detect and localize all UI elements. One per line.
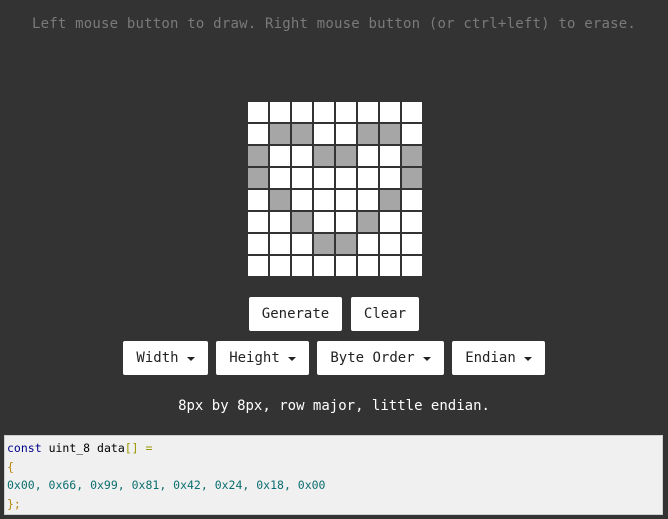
pixel-cell[interactable] (314, 190, 334, 210)
pixel-cell[interactable] (270, 256, 290, 276)
pixel-cell[interactable] (336, 190, 356, 210)
code-close: }; (7, 496, 21, 511)
pixel-cell[interactable] (248, 168, 268, 188)
width-dropdown-label: Width (136, 350, 179, 366)
pixel-cell[interactable] (270, 234, 290, 254)
caret-down-icon (523, 357, 532, 361)
pixel-cell[interactable] (336, 102, 356, 122)
pixel-cell[interactable] (292, 102, 312, 122)
pixel-cell[interactable] (270, 146, 290, 166)
pixel-cell[interactable] (380, 124, 400, 144)
output-summary: 8px by 8px, row major, little endian. (178, 398, 490, 414)
pixel-cell[interactable] (248, 190, 268, 210)
height-dropdown-label: Height (229, 350, 280, 366)
pixel-cell[interactable] (336, 234, 356, 254)
pixel-cell[interactable] (248, 102, 268, 122)
code-type: uint_8 (48, 441, 91, 455)
pixel-cell[interactable] (380, 212, 400, 232)
pixel-cell[interactable] (402, 168, 422, 188)
pixel-cell[interactable] (380, 168, 400, 188)
pixel-cell[interactable] (314, 146, 334, 166)
pixel-cell[interactable] (336, 124, 356, 144)
pixel-cell[interactable] (270, 190, 290, 210)
height-dropdown[interactable]: Height (216, 341, 309, 375)
pixel-cell[interactable] (336, 146, 356, 166)
code-values: 0x00, 0x66, 0x99, 0x81, 0x42, 0x24, 0x18… (7, 478, 326, 492)
pixel-cell[interactable] (358, 190, 378, 210)
code-open-brace: { (7, 459, 14, 474)
pixel-grid[interactable] (246, 100, 422, 276)
byte-order-dropdown[interactable]: Byte Order (317, 341, 444, 375)
pixel-cell[interactable] (292, 146, 312, 166)
code-keyword: const (7, 441, 42, 455)
pixel-cell[interactable] (336, 212, 356, 232)
pixel-cell[interactable] (270, 124, 290, 144)
pixel-cell[interactable] (402, 234, 422, 254)
pixel-cell[interactable] (314, 168, 334, 188)
caret-down-icon (186, 357, 195, 361)
caret-down-icon (287, 357, 296, 361)
instructions-text: Left mouse button to draw. Right mouse b… (31, 16, 636, 32)
pixel-cell[interactable] (402, 102, 422, 122)
code-brackets: [] (124, 441, 139, 455)
pixel-cell[interactable] (358, 168, 378, 188)
pixel-cell[interactable] (292, 124, 312, 144)
pixel-cell[interactable] (380, 146, 400, 166)
pixel-cell[interactable] (358, 212, 378, 232)
pixel-cell[interactable] (358, 102, 378, 122)
caret-down-icon (422, 357, 431, 361)
clear-button[interactable]: Clear (351, 297, 419, 331)
pixel-cell[interactable] (248, 212, 268, 232)
pixel-cell[interactable] (292, 190, 312, 210)
pixel-cell[interactable] (358, 124, 378, 144)
pixel-cell[interactable] (248, 234, 268, 254)
pixel-cell[interactable] (270, 102, 290, 122)
generate-button[interactable]: Generate (249, 297, 342, 331)
endian-dropdown-label: Endian (465, 350, 516, 366)
pixel-cell[interactable] (314, 102, 334, 122)
pixel-cell[interactable] (248, 146, 268, 166)
pixel-cell[interactable] (358, 146, 378, 166)
code-var-name: data (97, 441, 125, 455)
pixel-cell[interactable] (380, 190, 400, 210)
pixel-cell[interactable] (248, 256, 268, 276)
pixel-cell[interactable] (402, 190, 422, 210)
bitmap-editor-app: Left mouse button to draw. Right mouse b… (0, 0, 668, 519)
pixel-cell[interactable] (292, 212, 312, 232)
code-assign: = (145, 441, 153, 455)
pixel-cell[interactable] (314, 124, 334, 144)
pixel-cell[interactable] (402, 212, 422, 232)
endian-dropdown[interactable]: Endian (452, 341, 545, 375)
code-output[interactable]: const uint_8 data[] = { 0x00, 0x66, 0x99… (4, 435, 663, 515)
pixel-cell[interactable] (292, 256, 312, 276)
code-line-1: const uint_8 data[] = (7, 441, 152, 455)
pixel-cell[interactable] (336, 168, 356, 188)
pixel-cell[interactable] (314, 256, 334, 276)
pixel-cell[interactable] (402, 256, 422, 276)
pixel-cell[interactable] (380, 102, 400, 122)
pixel-cell[interactable] (402, 124, 422, 144)
pixel-cell[interactable] (380, 234, 400, 254)
pixel-cell[interactable] (248, 124, 268, 144)
pixel-cell[interactable] (380, 256, 400, 276)
pixel-cell[interactable] (270, 212, 290, 232)
byte-order-dropdown-label: Byte Order (330, 350, 415, 366)
pixel-cell[interactable] (358, 256, 378, 276)
pixel-cell[interactable] (314, 234, 334, 254)
pixel-cell[interactable] (270, 168, 290, 188)
pixel-cell[interactable] (402, 146, 422, 166)
pixel-cell[interactable] (314, 212, 334, 232)
pixel-cell[interactable] (292, 168, 312, 188)
pixel-cell[interactable] (292, 234, 312, 254)
pixel-cell[interactable] (336, 256, 356, 276)
width-dropdown[interactable]: Width (123, 341, 208, 375)
pixel-cell[interactable] (358, 234, 378, 254)
